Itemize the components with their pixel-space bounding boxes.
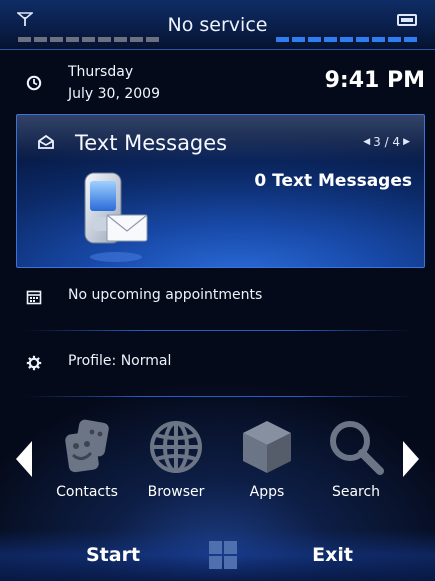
windows-icon[interactable] [208, 540, 238, 570]
clock-icon [26, 75, 42, 91]
launcher-contacts[interactable]: Contacts [42, 415, 132, 511]
globe-icon [150, 421, 202, 473]
phone-message-icon [84, 172, 148, 262]
battery-icon [397, 14, 417, 26]
panel-pager[interactable]: ◀ 3 / 4 ▶ [363, 135, 410, 149]
divider [24, 396, 414, 397]
launcher-label: Search [331, 484, 381, 500]
profile-row[interactable]: Profile: Normal [0, 331, 435, 395]
status-title: No service [167, 14, 268, 36]
exit-softkey[interactable]: Exit [312, 544, 353, 566]
appointments-row[interactable]: No upcoming appointments [0, 265, 435, 329]
launcher-label: Apps [249, 484, 285, 500]
launcher-browser[interactable]: Browser [131, 415, 221, 511]
scroll-right-arrow-icon[interactable] [403, 441, 419, 477]
softkey-bar: Start Exit [0, 530, 435, 581]
start-softkey[interactable]: Start [86, 544, 140, 566]
status-bar[interactable]: No service [0, 0, 435, 50]
inbox-icon [38, 134, 54, 149]
date-full: July 30, 2009 [68, 86, 160, 102]
pager-prev-icon[interactable]: ◀ [363, 137, 370, 147]
appointments-text: No upcoming appointments [68, 287, 263, 303]
gear-icon [26, 355, 42, 371]
panel-title: Text Messages [75, 131, 228, 155]
battery-level-bars [276, 37, 417, 42]
date-day: Thursday [68, 64, 134, 80]
calendar-icon [26, 290, 42, 305]
launcher-label: Contacts [56, 484, 118, 500]
pager-text: 3 / 4 [373, 135, 401, 149]
search-icon [330, 421, 384, 475]
profile-text: Profile: Normal [68, 353, 172, 369]
signal-strength-bars [18, 37, 159, 42]
date-time-row[interactable]: Thursday July 30, 2009 9:41 PM [0, 52, 435, 112]
launcher-search[interactable]: Search [311, 415, 401, 511]
clock-time: 9:41 PM [324, 68, 425, 93]
pager-next-icon[interactable]: ▶ [403, 137, 410, 147]
contacts-icon [65, 419, 109, 473]
app-launcher: Contacts Browser Apps Search [0, 405, 435, 515]
launcher-apps[interactable]: Apps [222, 415, 312, 511]
text-messages-panel[interactable]: Text Messages ◀ 3 / 4 ▶ 0 Text Messages [16, 114, 425, 268]
launcher-label: Browser [147, 484, 205, 500]
cube-icon [243, 421, 291, 473]
home-screen: No service Thursday July 30, 2009 9:41 P… [0, 0, 435, 581]
message-count: 0 Text Messages [254, 171, 412, 191]
scroll-left-arrow-icon[interactable] [16, 441, 32, 477]
